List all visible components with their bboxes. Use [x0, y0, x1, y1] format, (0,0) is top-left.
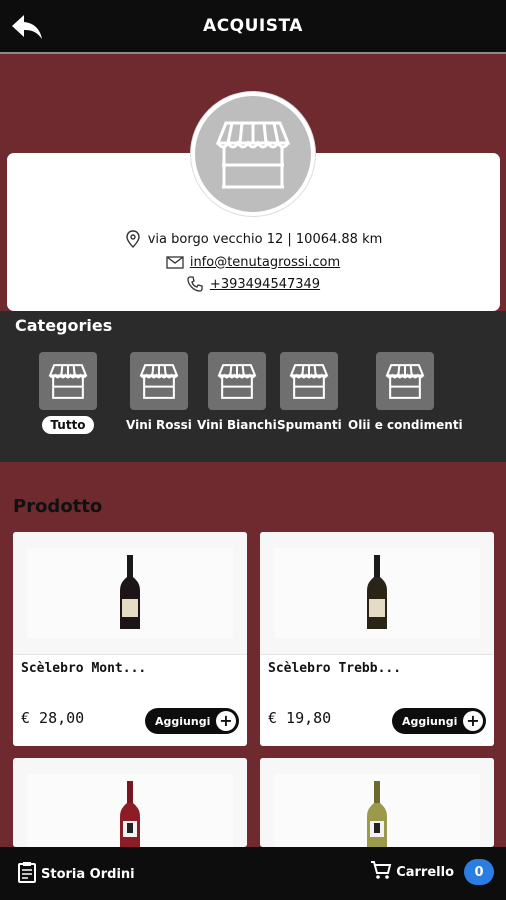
- add-to-cart-button[interactable]: Aggiungi +: [145, 708, 239, 734]
- cart-count-badge: 0: [464, 859, 494, 885]
- product-image: [260, 532, 494, 655]
- product-card[interactable]: Scèlebro Trebb... € 19,80 Aggiungi +: [260, 532, 494, 746]
- categories-section: Categories Tutto Vini Rossi Vini Bianchi…: [0, 311, 506, 462]
- product-card[interactable]: [13, 758, 247, 847]
- category-vini-rossi[interactable]: Vini Rossi: [118, 352, 200, 434]
- wine-bottle-icon: [367, 555, 387, 629]
- category-label: Tutto: [42, 416, 94, 434]
- bottom-bar: Storia Ordini Carrello 0: [0, 847, 506, 900]
- shop-address: via borgo vecchio 12 | 10064.88 km: [0, 230, 506, 248]
- plus-icon: +: [216, 711, 236, 731]
- product-card[interactable]: Scèlebro Mont... € 28,00 Aggiungi +: [13, 532, 247, 746]
- category-label: Vini Rossi: [126, 418, 192, 432]
- shop-stall-icon: [376, 352, 435, 410]
- shop-email: info@tenutagrossi.com: [0, 253, 506, 271]
- product-image: [260, 758, 494, 847]
- product-price: € 19,80: [268, 709, 332, 727]
- location-pin-icon: [124, 230, 142, 248]
- product-image: [13, 532, 247, 655]
- products-title: Prodotto: [13, 496, 103, 517]
- clipboard-icon: [17, 861, 37, 887]
- category-olii-e-condimenti[interactable]: Olii e condimenti: [340, 352, 471, 434]
- add-to-cart-button[interactable]: Aggiungi +: [392, 708, 486, 734]
- add-button-label: Aggiungi: [402, 714, 458, 728]
- envelope-icon: [166, 253, 184, 271]
- page-title: ACQUISTA: [203, 16, 303, 36]
- wine-bottle-icon: [120, 555, 140, 629]
- cart-button[interactable]: Carrello 0: [370, 859, 494, 885]
- cart-icon: [370, 860, 392, 884]
- wine-bottle-icon: [367, 780, 387, 847]
- orders-label: Storia Ordini: [41, 866, 135, 882]
- phone-icon: [186, 275, 204, 293]
- product-name: Scèlebro Mont...: [21, 661, 147, 676]
- category-label: Olii e condimenti: [348, 418, 463, 432]
- product-image: [13, 758, 247, 847]
- address-text: via borgo vecchio 12 | 10064.88 km: [147, 231, 383, 247]
- email-link[interactable]: info@tenutagrossi.com: [190, 255, 340, 270]
- shop-phone: +393494547349: [0, 275, 506, 293]
- shop-stall-icon: [207, 352, 266, 410]
- shop-stall-icon: [191, 92, 315, 216]
- product-card[interactable]: [260, 758, 494, 847]
- add-button-label: Aggiungi: [155, 714, 211, 728]
- cart-label: Carrello: [396, 864, 454, 880]
- shop-stall-icon: [280, 352, 339, 410]
- order-history-button[interactable]: Storia Ordini: [17, 861, 135, 887]
- category-tutto[interactable]: Tutto: [39, 352, 97, 434]
- shop-stall-icon: [39, 352, 97, 410]
- product-name: Scèlebro Trebb...: [268, 661, 402, 676]
- categories-title: Categories: [15, 316, 113, 335]
- plus-icon: +: [463, 711, 483, 731]
- product-price: € 28,00: [21, 709, 85, 727]
- phone-link[interactable]: +393494547349: [210, 277, 320, 292]
- category-spumanti[interactable]: Spumanti: [269, 352, 350, 434]
- shop-stall-icon: [129, 352, 188, 410]
- top-bar: ACQUISTA: [0, 0, 506, 54]
- category-label: Spumanti: [277, 418, 342, 432]
- wine-bottle-icon: [120, 780, 140, 847]
